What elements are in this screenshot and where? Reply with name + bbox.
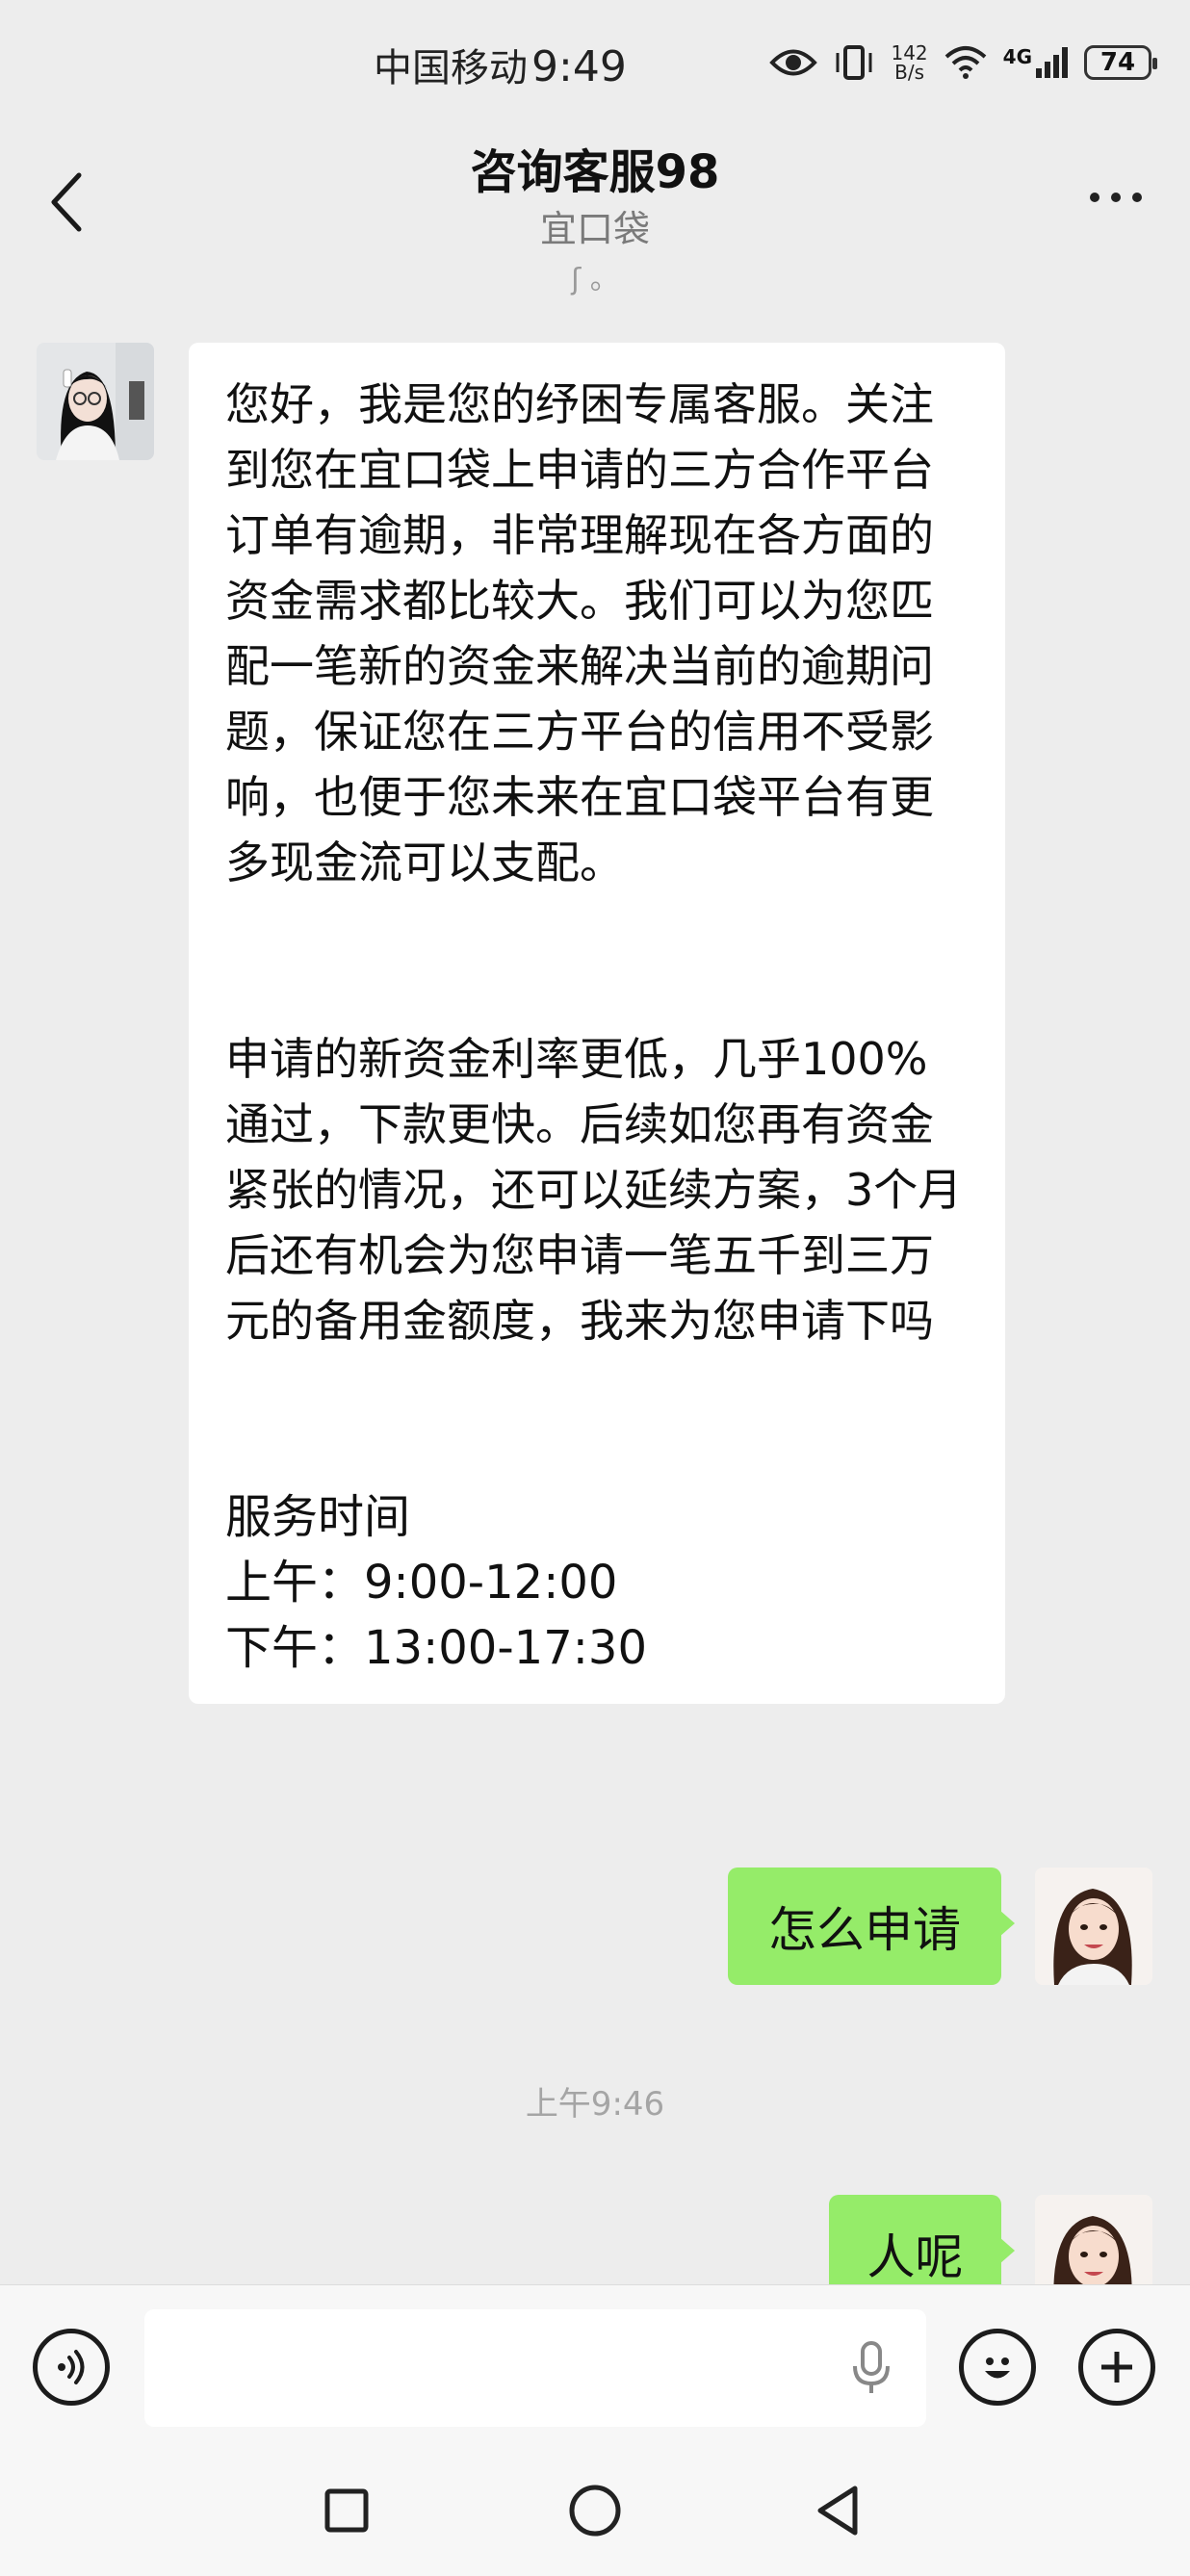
back-icon[interactable] <box>807 2477 874 2544</box>
input-bar <box>0 2284 1190 2449</box>
service-hours-pm: 下午：13:00-17:30 <box>225 1621 647 1675</box>
chat-title: 咨询客服98 <box>470 145 720 199</box>
network-type: 4G <box>1002 45 1032 68</box>
voice-icon <box>58 2350 85 2384</box>
home-icon[interactable] <box>561 2477 629 2544</box>
recent-apps-icon[interactable] <box>313 2477 380 2544</box>
user-avatar[interactable] <box>1035 1868 1152 1985</box>
service-hours-am: 上午：9:00-12:00 <box>225 1556 618 1610</box>
more-dot-icon <box>1090 193 1099 202</box>
chat-subtitle: 宜口袋 <box>539 208 650 250</box>
plus-icon <box>1101 2352 1132 2383</box>
agent-avatar[interactable] <box>37 343 154 460</box>
battery-level: 74 <box>1099 48 1136 77</box>
emoji-icon <box>985 2357 1010 2379</box>
status-bar: 中国移动9:49 142 B/s 4G 74 <box>0 0 1190 130</box>
vibrate-icon <box>836 45 872 80</box>
message-paragraph: 您好，我是您的纾困专属客服。关注到您在宜口袋上申请的三方合作平台订单有逾期，非常… <box>225 378 934 889</box>
battery-icon: 74 <box>1084 45 1157 80</box>
emoji-button[interactable] <box>959 2329 1036 2406</box>
outgoing-message-text: 怎么申请 <box>768 1902 961 1958</box>
more-functions-button[interactable] <box>1078 2329 1155 2406</box>
service-hours-title: 服务时间 <box>225 1490 411 1544</box>
eye-icon <box>769 49 818 76</box>
message-timestamp: 上午9:46 <box>525 2085 665 2124</box>
more-options-button[interactable] <box>1074 183 1142 212</box>
clock: 9:49 <box>531 42 627 91</box>
signal-group: 4G <box>1003 45 1069 80</box>
more-dot-icon <box>1111 193 1121 202</box>
net-speed-value: 142 <box>891 41 928 64</box>
system-nav-bar <box>0 2448 1190 2576</box>
outgoing-message-text: 人呢 <box>867 2229 964 2285</box>
voice-input-button[interactable] <box>33 2329 110 2406</box>
carrier-time: 中国移动9:49 <box>374 37 627 92</box>
signal-icon <box>1036 47 1068 78</box>
header-mark: ʃ 。 <box>571 263 619 296</box>
outgoing-message-bubble[interactable]: 怎么申请 <box>728 1868 1015 1985</box>
more-dot-icon <box>1132 193 1142 202</box>
net-speed-unit: B/s <box>894 61 924 84</box>
carrier-name: 中国移动 <box>374 46 528 90</box>
wifi-icon <box>944 46 986 79</box>
message-input[interactable] <box>144 2309 926 2427</box>
incoming-message-bubble[interactable]: 您好，我是您的纾困专属客服。关注到您在宜口袋上申请的三方合作平台订单有逾期，非常… <box>189 343 1005 1704</box>
chat-header: 咨询客服98 宜口袋 ʃ 。 <box>0 130 1190 322</box>
message-paragraph: 申请的新资金利率更低，几乎100%通过，下款更快。后续如您再有资金紧张的情况，还… <box>225 1033 963 1347</box>
mic-icon[interactable] <box>847 2339 895 2397</box>
net-speed: 142 B/s <box>891 43 927 82</box>
status-icons: 142 B/s 4G 74 <box>769 39 1157 87</box>
